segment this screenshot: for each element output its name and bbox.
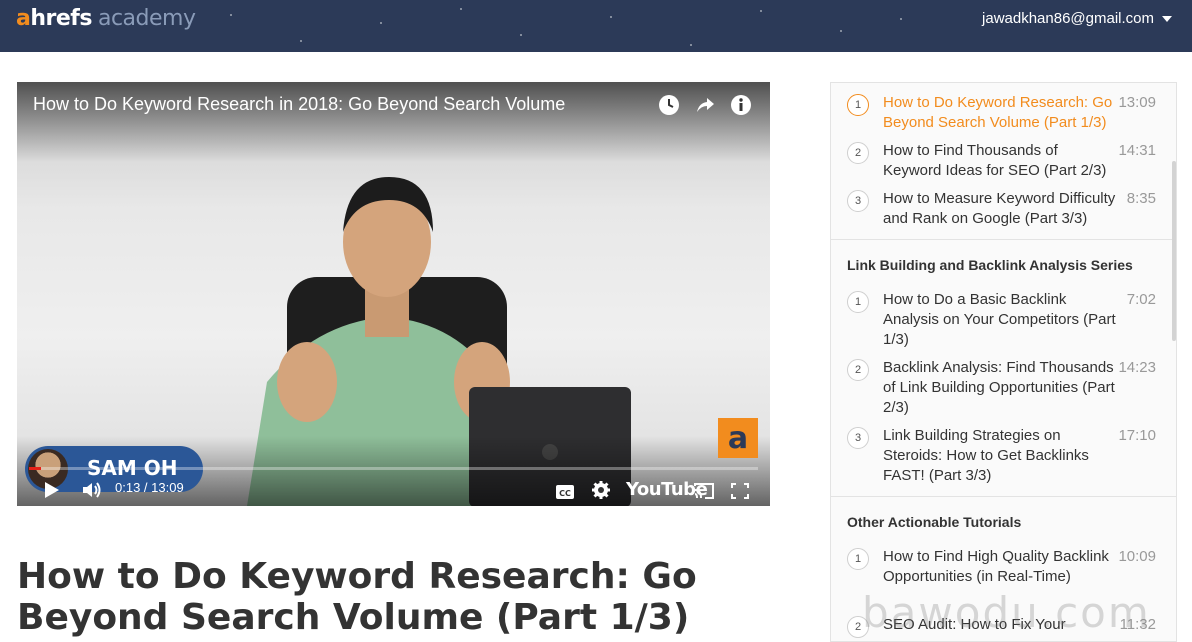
cast-icon[interactable] bbox=[693, 482, 715, 500]
user-account-menu[interactable]: jawadkhan86@gmail.com bbox=[982, 10, 1172, 27]
page-title: How to Do Keyword Research: Go Beyond Se… bbox=[17, 556, 697, 638]
playlist-item[interactable]: 2 How to Find Thousands of Keyword Ideas… bbox=[831, 141, 1176, 189]
item-duration: 17:10 bbox=[1118, 427, 1156, 444]
video-top-actions bbox=[658, 94, 752, 116]
item-number: 2 bbox=[847, 359, 869, 381]
playlist-item[interactable]: 1 How to Do a Basic Backlink Analysis on… bbox=[831, 290, 1176, 358]
star-decoration bbox=[760, 10, 762, 12]
fullscreen-icon[interactable] bbox=[730, 482, 750, 500]
item-title: How to Measure Keyword Difficulty and Ra… bbox=[883, 190, 1116, 227]
logo-letter-a: a bbox=[16, 6, 31, 31]
progress-bar[interactable] bbox=[29, 467, 758, 470]
item-title: How to Do a Basic Backlink Analysis on Y… bbox=[883, 291, 1116, 348]
watch-later-icon[interactable] bbox=[658, 94, 680, 116]
item-duration: 7:02 bbox=[1126, 291, 1156, 308]
section-title: Link Building and Backlink Analysis Seri… bbox=[847, 257, 1133, 273]
star-decoration bbox=[230, 14, 232, 16]
item-title: Backlink Analysis: Find Thousands of Lin… bbox=[883, 359, 1115, 416]
item-duration: 10:09 bbox=[1118, 548, 1156, 565]
star-decoration bbox=[840, 30, 842, 32]
star-decoration bbox=[610, 16, 612, 18]
play-icon[interactable] bbox=[41, 480, 61, 500]
top-navigation-bar: a hrefs academy jawadkhan86@gmail.com bbox=[0, 0, 1192, 52]
captions-icon[interactable]: CC bbox=[555, 484, 575, 500]
volume-icon[interactable] bbox=[81, 480, 103, 500]
logo-academy: academy bbox=[97, 6, 196, 31]
item-number: 1 bbox=[847, 548, 869, 570]
star-decoration bbox=[690, 44, 692, 46]
user-email: jawadkhan86@gmail.com bbox=[982, 10, 1154, 27]
item-number: 2 bbox=[847, 142, 869, 164]
item-title: How to Find Thousands of Keyword Ideas f… bbox=[883, 142, 1107, 179]
star-decoration bbox=[460, 8, 462, 10]
item-number: 3 bbox=[847, 427, 869, 449]
playlist-section: 1 How to Do Keyword Research: Go Beyond … bbox=[831, 83, 1176, 239]
star-decoration bbox=[900, 18, 902, 20]
item-number: 1 bbox=[847, 291, 869, 313]
settings-icon[interactable] bbox=[591, 480, 611, 500]
video-player[interactable]: How to Do Keyword Research in 2018: Go B… bbox=[17, 82, 770, 506]
star-decoration bbox=[300, 40, 302, 42]
logo-hrefs: hrefs bbox=[30, 6, 92, 31]
svg-text:CC: CC bbox=[559, 489, 571, 498]
item-title: How to Do Keyword Research: Go Beyond Se… bbox=[883, 94, 1113, 131]
playlist-sidebar: 1 How to Do Keyword Research: Go Beyond … bbox=[830, 82, 1177, 642]
playlist-item[interactable]: 1 How to Do Keyword Research: Go Beyond … bbox=[831, 93, 1176, 141]
ahrefs-brand-badge: a bbox=[718, 418, 758, 458]
info-icon[interactable] bbox=[730, 94, 752, 116]
star-decoration bbox=[520, 34, 522, 36]
item-number: 1 bbox=[847, 94, 869, 116]
playlist-item[interactable]: 3 Link Building Strategies on Steroids: … bbox=[831, 426, 1176, 496]
playlist-item[interactable]: 3 How to Measure Keyword Difficulty and … bbox=[831, 189, 1176, 239]
section-title: Other Actionable Tutorials bbox=[847, 514, 1022, 530]
playlist-item[interactable]: 2 Backlink Analysis: Find Thousands of L… bbox=[831, 358, 1176, 426]
video-title[interactable]: How to Do Keyword Research in 2018: Go B… bbox=[33, 94, 565, 115]
video-time: 0:13 / 13:09 bbox=[115, 480, 184, 495]
star-decoration bbox=[380, 22, 382, 24]
item-duration: 14:31 bbox=[1118, 142, 1156, 159]
watermark-text: bawodu.com bbox=[862, 588, 1151, 637]
chevron-down-icon bbox=[1162, 15, 1172, 22]
item-duration: 13:09 bbox=[1118, 94, 1156, 111]
share-icon[interactable] bbox=[694, 94, 716, 116]
item-duration: 8:35 bbox=[1126, 190, 1156, 207]
playlist-section: Link Building and Backlink Analysis Seri… bbox=[831, 240, 1176, 496]
progress-fill bbox=[29, 467, 42, 470]
ahrefs-academy-logo[interactable]: a hrefs academy bbox=[16, 6, 196, 36]
item-number: 3 bbox=[847, 190, 869, 212]
item-duration: 14:23 bbox=[1118, 359, 1156, 376]
item-title: Link Building Strategies on Steroids: Ho… bbox=[883, 427, 1089, 484]
